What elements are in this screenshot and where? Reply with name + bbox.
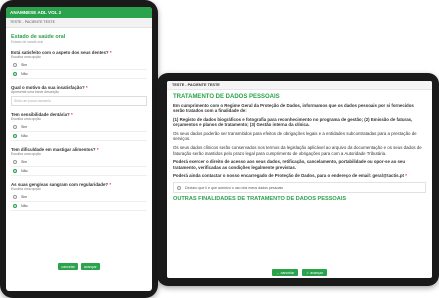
radio-icon[interactable]: [13, 63, 17, 67]
tablet-left: ANAMNESE ADL VOL 2 TESTE - PACIENTE TEST…: [0, 0, 158, 298]
gdpr-title: TRATAMENTO DE DADOS PESSOAIS: [173, 94, 280, 100]
gdpr-paragraph: (1) Registo de dados biográficos e fotog…: [173, 117, 413, 128]
option-label: Não: [21, 134, 28, 138]
reason-input[interactable]: Sinto um pouco amarelo: [11, 96, 147, 106]
gdpr-contact-text: Poderá ainda contactar o nosso encarrega…: [173, 173, 404, 179]
radio-icon[interactable]: [13, 125, 17, 129]
question-help: Escolha uma opção: [11, 152, 41, 156]
gdpr-paragraph: Em cumprimento com o Regime Geral da Pro…: [173, 103, 414, 114]
option-nao[interactable]: Não: [11, 132, 147, 141]
question-reason: Qual o motivo da sua insatisfação? * Apr…: [11, 85, 147, 106]
gdpr-paragraph: Os seus dados clínicos serão conservados…: [173, 145, 422, 156]
next-button[interactable]: ✓ avançar: [302, 269, 327, 276]
radio-selected-icon[interactable]: [13, 72, 17, 76]
radio-selected-icon[interactable]: [13, 169, 17, 173]
option-nao[interactable]: Não: [11, 202, 147, 211]
option-label: Sim: [21, 160, 28, 164]
required-marker: *: [70, 112, 73, 117]
question-help: Escolha uma opção: [11, 117, 41, 121]
cancel-button[interactable]: ← cancelar: [272, 269, 299, 276]
option-label: Sim: [21, 195, 28, 199]
tablet-right: TESTE - PACIENTE TESTE TRATAMENTO DE DAD…: [157, 73, 439, 286]
option-label: Sim: [21, 63, 28, 67]
section-subtitle: Estado de saúde oral: [11, 40, 44, 44]
option-label: Sim: [21, 125, 28, 129]
gdpr-paragraph: Poderá exercer o direito de acesso aos s…: [173, 159, 406, 170]
next-button[interactable]: avançar: [80, 263, 100, 270]
option-sim[interactable]: Sim: [11, 193, 147, 202]
gdpr-paragraph: Os seus dados poderão ser transmitidos p…: [173, 131, 417, 142]
radio-icon[interactable]: [177, 185, 181, 190]
required-marker: *: [96, 147, 99, 152]
tablet-left-screen: ANAMNESE ADL VOL 2 TESTE - PACIENTE TEST…: [6, 7, 152, 291]
tablet-right-screen: TESTE - PACIENTE TESTE TRATAMENTO DE DAD…: [167, 81, 432, 278]
patient-header: TESTE - PACIENTE TESTE: [167, 81, 432, 90]
form-actions: ← cancelar ✓ avançar: [167, 269, 432, 276]
question-help: Escolha uma opção: [11, 55, 41, 59]
question-sensitivity: Tem sensibilidade dentária? * Escolha um…: [11, 112, 147, 141]
option-nao[interactable]: Não: [11, 70, 147, 79]
required-marker: *: [109, 182, 112, 187]
radio-selected-icon[interactable]: [13, 134, 17, 138]
form-header: ANAMNESE ADL VOL 2: [6, 7, 152, 18]
question-gums: As suas gengivas sangram com regularidad…: [11, 182, 147, 211]
question-satisfaction: Está satisfeito com o aspeto dos seus de…: [11, 50, 147, 79]
gdpr-paragraph: Poderá ainda contactar o nosso encarrega…: [173, 173, 426, 178]
patient-subheader: TESTE - PACIENTE TESTE: [6, 18, 152, 28]
other-purposes-title: OUTRAS FINALIDADES DE TRATAMENTO DE DADO…: [173, 196, 347, 203]
form-actions: cancelar avançar: [6, 263, 152, 270]
option-label: Não: [21, 204, 28, 208]
question-chewing: Tem dificuldade em mastigar alimentos? *…: [11, 147, 147, 176]
radio-selected-icon[interactable]: [13, 204, 17, 208]
option-sim[interactable]: Sim: [11, 158, 147, 167]
radio-icon[interactable]: [13, 160, 17, 164]
question-help: Apresente uma breve descrição: [11, 90, 59, 94]
option-label: Não: [21, 72, 28, 76]
consent-option[interactable]: Declaro que li e que autorizo o uso dos …: [173, 182, 426, 194]
option-nao[interactable]: Não: [11, 167, 147, 176]
option-label: Não: [21, 169, 28, 173]
required-marker: *: [109, 50, 112, 55]
question-help: Escolha uma opção: [11, 187, 41, 191]
radio-icon[interactable]: [13, 195, 17, 199]
cancel-button[interactable]: cancelar: [58, 263, 78, 270]
option-sim[interactable]: Sim: [11, 123, 147, 132]
consent-label: Declaro que li e que autorizo o uso dos …: [185, 185, 284, 190]
required-marker: *: [405, 173, 407, 179]
option-sim[interactable]: Sim: [11, 61, 147, 70]
required-marker: *: [85, 85, 88, 90]
